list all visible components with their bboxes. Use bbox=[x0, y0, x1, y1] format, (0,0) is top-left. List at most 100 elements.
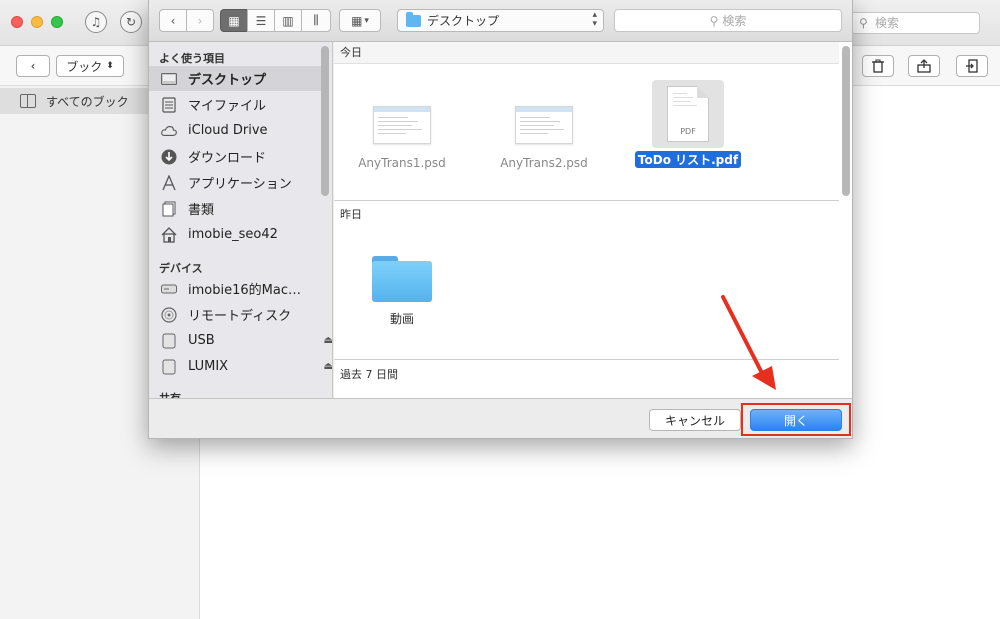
download-icon bbox=[161, 149, 177, 165]
sidebar-item-label: マイファイル bbox=[188, 99, 267, 114]
sidebar-item-label: アプリケーション bbox=[188, 177, 292, 192]
sidebar-item-label: すべてのブック bbox=[46, 94, 129, 109]
psd-thumbnail bbox=[373, 106, 431, 144]
search-icon: ⚲ bbox=[709, 13, 719, 28]
disc-icon bbox=[161, 306, 177, 323]
sidebar-item-label: 書類 bbox=[188, 203, 215, 218]
content-scrollbar[interactable] bbox=[842, 46, 850, 196]
dialog-sidebar: よく使う項目 デスクトップ マイファイル iCloud Drive ダウンロード… bbox=[149, 42, 333, 398]
sidebar-item-label: リモートディスク bbox=[188, 309, 292, 324]
location-popup[interactable]: デスクトップ ▴ ▾ bbox=[397, 9, 604, 32]
trash-icon bbox=[872, 59, 884, 73]
shared-header: 共有 bbox=[159, 390, 181, 398]
sidebar-item-home[interactable]: imobie_seo42 bbox=[161, 222, 311, 247]
cloud-icon bbox=[161, 123, 177, 139]
drive-icon bbox=[161, 333, 177, 349]
dialog-search-input[interactable]: ⚲ 検索 bbox=[614, 9, 842, 32]
sidebar-item-label: デスクトップ bbox=[188, 73, 267, 88]
sidebar-item-downloads[interactable]: ダウンロード bbox=[161, 144, 311, 169]
file-item[interactable]: AnyTrans2.psd bbox=[489, 106, 599, 170]
nav-forward-button[interactable]: › bbox=[186, 9, 214, 32]
dialog-search-placeholder: 検索 bbox=[722, 14, 747, 28]
location-label: デスクトップ bbox=[427, 14, 500, 28]
updown-icon: ⬍ bbox=[106, 61, 114, 71]
export-button[interactable] bbox=[908, 55, 940, 77]
grid-icon: ▦ bbox=[228, 13, 240, 28]
search-icon: ⚲ bbox=[859, 16, 868, 30]
folder-icon bbox=[372, 256, 432, 302]
chevron-down-icon: ▾ bbox=[364, 15, 369, 26]
icon-view-button[interactable]: ▦ bbox=[220, 9, 248, 32]
pdf-icon: PDF bbox=[667, 86, 709, 142]
sidebar-item-documents[interactable]: 書類 bbox=[161, 196, 311, 221]
open-file-dialog: ‹ › ▦ ☰ ▥ ⫼ ▦ ▾ デスクトップ ▴ ▾ ⚲ 検索 よく使う項目 デ… bbox=[148, 0, 853, 439]
nav-back-button[interactable]: ‹ bbox=[159, 9, 187, 32]
list-icon: ☰ bbox=[255, 13, 267, 28]
devices-header: デバイス bbox=[159, 262, 203, 275]
group-divider bbox=[334, 359, 839, 360]
back-button[interactable]: ‹ bbox=[16, 55, 50, 77]
all-files-icon bbox=[161, 96, 177, 113]
app-search-placeholder: 検索 bbox=[875, 16, 900, 30]
dialog-toolbar: ‹ › ▦ ☰ ▥ ⫼ ▦ ▾ デスクトップ ▴ ▾ ⚲ 検索 bbox=[149, 0, 852, 42]
file-item[interactable]: AnyTrans1.psd bbox=[347, 106, 457, 170]
music-note-icon[interactable]: ♫ bbox=[85, 11, 107, 33]
sidebar-item-usb[interactable]: USB ⏏ bbox=[161, 328, 332, 353]
book-icon bbox=[20, 94, 36, 108]
applications-icon bbox=[161, 174, 177, 191]
sidebar-item-icloud[interactable]: iCloud Drive bbox=[161, 118, 311, 143]
group-header-today: 今日 bbox=[334, 42, 839, 64]
home-icon bbox=[161, 226, 177, 243]
sidebar-item-my-files[interactable]: マイファイル bbox=[161, 92, 311, 117]
file-name: AnyTrans1.psd bbox=[358, 156, 446, 170]
file-name: AnyTrans2.psd bbox=[500, 156, 588, 170]
sidebar-item-lumix[interactable]: LUMIX ⏏ bbox=[161, 354, 332, 379]
trash-button[interactable] bbox=[862, 55, 894, 77]
sidebar-item-label: imobie16的Mac… bbox=[188, 283, 301, 298]
zoom-window-button[interactable] bbox=[51, 16, 63, 28]
chevron-left-icon: ‹ bbox=[30, 59, 36, 73]
sidebar-item-mac[interactable]: imobie16的Mac… bbox=[161, 276, 311, 301]
eject-icon[interactable]: ⏏ bbox=[324, 335, 332, 346]
file-item-selected[interactable]: PDF ToDo リスト.pdf bbox=[633, 80, 743, 168]
pdf-thumbnail: PDF bbox=[652, 80, 724, 148]
books-popup-label: ブック bbox=[66, 59, 103, 74]
open-button-highlight bbox=[741, 403, 851, 436]
coverflow-icon: ⫼ bbox=[313, 13, 319, 27]
coverflow-view-button[interactable]: ⫼ bbox=[301, 9, 331, 32]
app-search-input[interactable]: ⚲ 検索 bbox=[850, 12, 980, 34]
columns-icon: ▥ bbox=[282, 13, 294, 28]
arrange-button[interactable]: ▦ ▾ bbox=[339, 9, 381, 32]
books-popup[interactable]: ブック ⬍ bbox=[56, 55, 124, 77]
group-header-past7: 過去 7 日間 bbox=[340, 368, 398, 381]
eject-icon[interactable]: ⏏ bbox=[324, 361, 332, 372]
import-button[interactable] bbox=[956, 55, 988, 77]
list-view-button[interactable]: ☰ bbox=[247, 9, 275, 32]
sidebar-item-desktop[interactable]: デスクトップ bbox=[149, 66, 321, 91]
sidebar-item-label: imobie_seo42 bbox=[188, 227, 278, 242]
dialog-button-bar: キャンセル 開く bbox=[149, 398, 852, 438]
drive-icon bbox=[161, 359, 177, 375]
sidebar-item-remote-disc[interactable]: リモートディスク bbox=[161, 302, 311, 327]
file-browser: 今日 AnyTrans1.psd AnyTrans2.psd PDF ToDo … bbox=[334, 42, 852, 398]
arrange-grid-icon: ▦ bbox=[351, 13, 363, 28]
refresh-icon[interactable]: ↻ bbox=[120, 11, 142, 33]
sidebar-item-applications[interactable]: アプリケーション bbox=[161, 170, 311, 195]
minimize-window-button[interactable] bbox=[31, 16, 43, 28]
folder-name: 動画 bbox=[389, 312, 414, 326]
column-view-button[interactable]: ▥ bbox=[274, 9, 302, 32]
folder-item[interactable]: 動画 bbox=[347, 256, 457, 327]
cancel-button[interactable]: キャンセル bbox=[649, 409, 741, 431]
file-name: ToDo リスト.pdf bbox=[634, 151, 742, 168]
folder-icon bbox=[406, 11, 421, 27]
sidebar-scrollbar[interactable] bbox=[321, 46, 329, 196]
sidebar-item-label: LUMIX bbox=[188, 359, 229, 374]
sidebar-item-label: ダウンロード bbox=[188, 151, 267, 166]
sidebar-item-label: USB bbox=[188, 333, 215, 348]
sidebar-item-label: iCloud Drive bbox=[188, 123, 268, 138]
close-window-button[interactable] bbox=[11, 16, 23, 28]
upload-tray-icon bbox=[917, 59, 931, 73]
pdf-type-tag: PDF bbox=[680, 127, 696, 136]
computer-icon bbox=[161, 281, 177, 297]
documents-icon bbox=[161, 201, 177, 217]
